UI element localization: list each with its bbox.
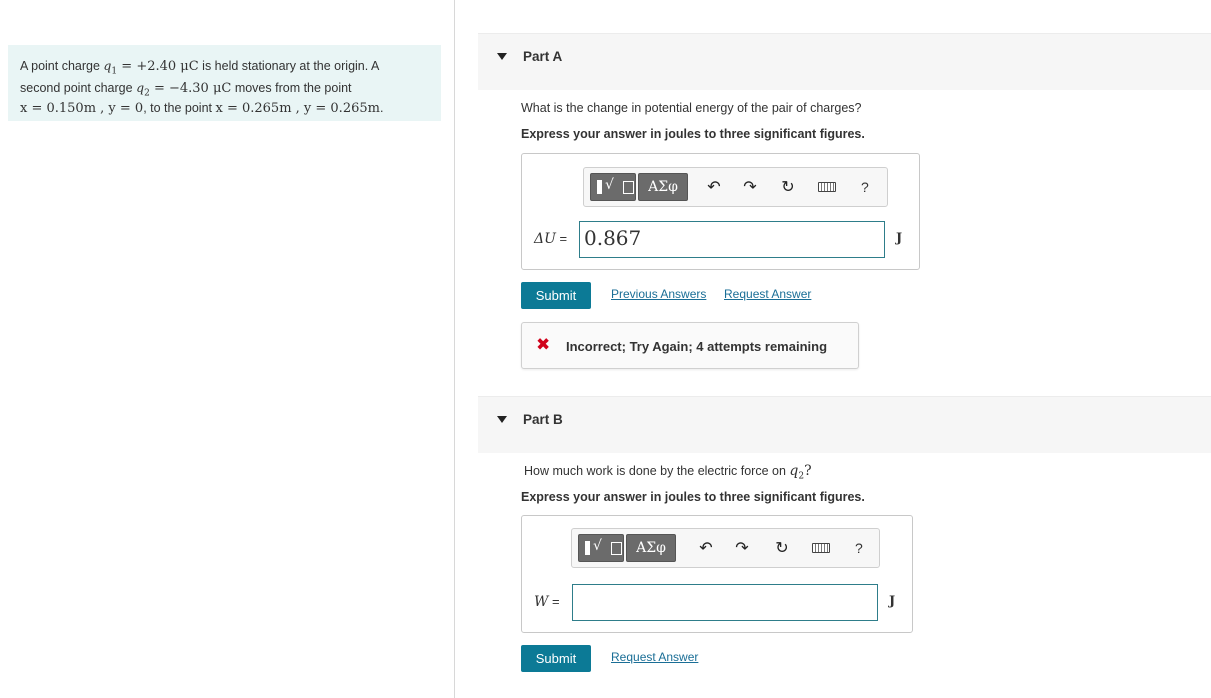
undo-icon[interactable]: ↶ [696,537,716,559]
part-b-math-toolbar: √ ΑΣφ ↶ ↷ ↻ ? [571,528,880,568]
part-a-unit: J [896,231,903,246]
part-b-answer-input[interactable] [572,584,878,621]
greek-symbols-button[interactable]: ΑΣφ [626,534,676,562]
part-b-header[interactable]: Part B [478,396,1211,453]
problem-line-1: A point charge q1 = +2.40 μC is held sta… [20,58,380,77]
reset-icon[interactable]: ↻ [772,537,792,559]
part-b-question: How much work is done by the electric fo… [524,463,812,482]
redo-icon[interactable]: ↷ [740,176,760,198]
collapse-triangle-icon[interactable] [497,416,507,423]
part-b-title: Part B [523,412,563,427]
problem-line-3: x = 0.150m , y = 0, to the point x = 0.2… [20,101,384,116]
problem-line-2: second point charge q2 = −4.30 μC moves … [20,79,352,99]
keyboard-icon[interactable] [812,543,830,553]
collapse-triangle-icon[interactable] [497,53,507,60]
part-b-unit: J [889,594,896,609]
part-b-submit-button[interactable]: Submit [521,645,591,672]
error-x-icon: ✖ [536,335,551,354]
part-b-request-answer-link[interactable]: Request Answer [611,650,698,664]
feedback-text: Incorrect; Try Again; 4 attempts remaini… [566,339,828,354]
part-a-answer-input[interactable]: 0.867 [579,221,885,258]
problem-column: A point charge q1 = +2.40 μC is held sta… [0,0,455,698]
part-a-instruction: Express your answer in joules to three s… [521,127,865,141]
feedback-message: ✖ Incorrect; Try Again; 4 attempts remai… [521,322,859,369]
greek-symbols-button[interactable]: ΑΣφ [638,173,688,201]
part-b-instruction: Express your answer in joules to three s… [521,490,865,504]
redo-icon[interactable]: ↷ [732,537,752,559]
part-a-math-toolbar: √ ΑΣφ ↶ ↷ ↻ ? [583,167,888,207]
help-button[interactable]: ? [855,537,863,559]
part-a-answer-label: ΔU = [534,231,568,247]
part-a-request-answer-link[interactable]: Request Answer [724,287,811,301]
undo-icon[interactable]: ↶ [704,176,724,198]
part-a-title: Part A [523,49,563,64]
part-a-question: What is the change in potential energy o… [521,101,862,115]
part-b-answer-label: W = [534,594,560,610]
part-a-submit-button[interactable]: Submit [521,282,591,309]
template-icon[interactable]: √ [590,173,636,201]
part-b-answer-box: √ ΑΣφ ↶ ↷ ↻ ? W = J [521,515,913,633]
template-icon[interactable]: √ [578,534,624,562]
reset-icon[interactable]: ↻ [778,176,798,198]
keyboard-icon[interactable] [818,182,836,192]
part-a-answer-box: √ ΑΣφ ↶ ↷ ↻ ? ΔU = 0.867 J [521,153,920,270]
problem-statement: A point charge q1 = +2.40 μC is held sta… [8,45,441,121]
previous-answers-link[interactable]: Previous Answers [611,287,706,301]
help-button[interactable]: ? [861,176,869,198]
part-a-header[interactable]: Part A [478,33,1211,90]
